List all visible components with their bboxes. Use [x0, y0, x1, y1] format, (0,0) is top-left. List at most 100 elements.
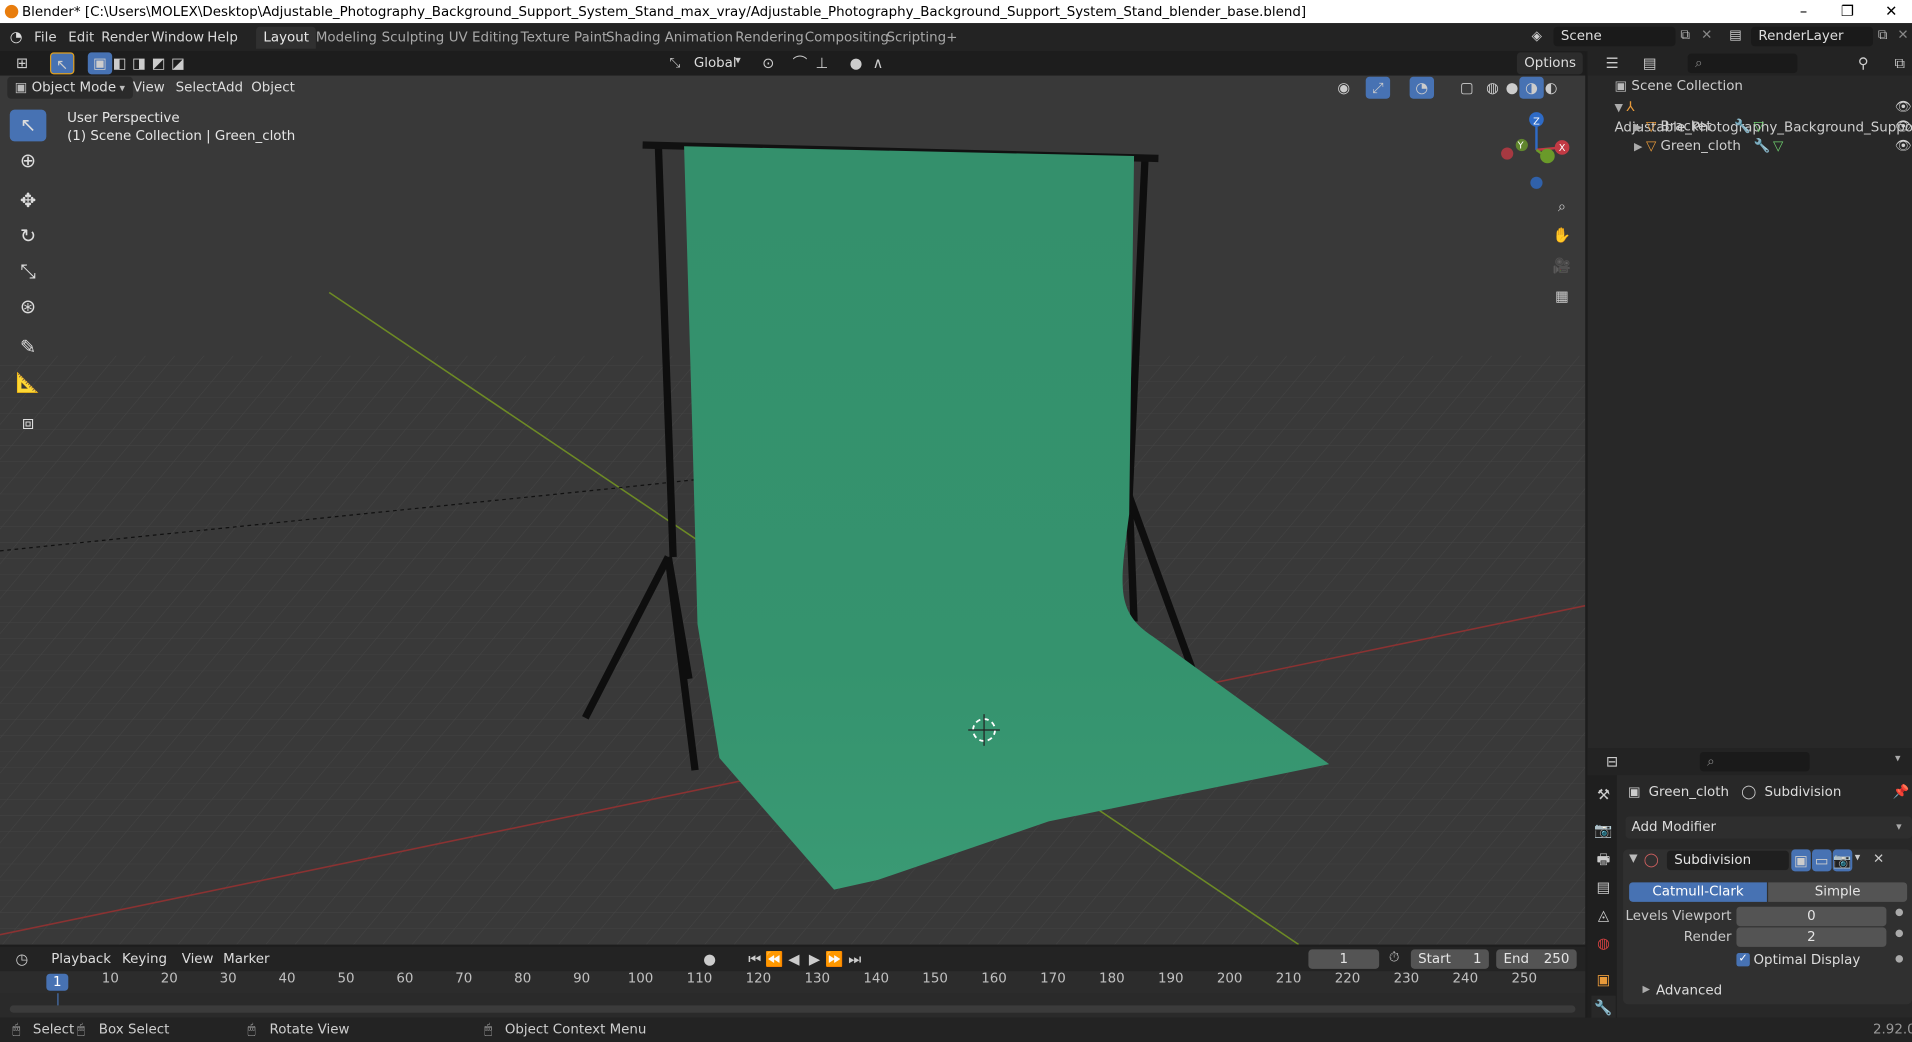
viewport-3d[interactable]: User Perspective (1) Scene Collection | … [0, 75, 1586, 945]
edit-mode-toggle-icon[interactable]: ▣ [1791, 849, 1811, 872]
jump-end-icon[interactable]: ⏭ [843, 948, 867, 970]
visibility-icon[interactable]: ◉ [1332, 77, 1356, 99]
expand-arrow-icon[interactable]: ▶ [1634, 122, 1646, 134]
cursor-tool-icon[interactable]: ⊕ [10, 145, 47, 177]
new-scene-icon[interactable]: ⧉ [1680, 27, 1690, 44]
outliner-editor-icon[interactable]: ☰ [1600, 52, 1624, 74]
end-frame-field[interactable]: End 250 [1496, 949, 1577, 969]
menu-file[interactable]: File [28, 27, 63, 48]
snap-icon[interactable]: ⌒ [788, 52, 812, 74]
camera-view-icon[interactable]: 🎥 [1550, 255, 1574, 277]
render-levels-field[interactable]: 2 [1736, 927, 1887, 947]
optimal-display-checkbox[interactable]: ✓ [1736, 953, 1750, 967]
keyframe-dot-icon[interactable]: ● [1895, 927, 1904, 938]
scale-tool-icon[interactable]: ⤡ [10, 256, 47, 288]
outliner-search-input[interactable]: ⌕ [1687, 53, 1798, 74]
delete-scene-icon[interactable]: ✕ [1701, 27, 1712, 43]
timeline-scrollbar[interactable] [9, 1005, 1576, 1013]
blender-menu-icon[interactable]: ◔ [10, 28, 23, 45]
modifier-name-field[interactable]: Subdivision [1666, 850, 1789, 871]
select-box-tool-icon[interactable]: ↖ [9, 109, 47, 142]
close-button[interactable]: ✕ [1871, 0, 1912, 23]
current-frame-field[interactable]: 1 [1308, 949, 1380, 969]
object-tab-icon[interactable]: ▣ [1591, 968, 1615, 992]
viewport-toggle-icon[interactable]: ▭ [1812, 849, 1832, 872]
select-tool-icon[interactable]: ↖ [49, 52, 75, 75]
eye-icon[interactable]: 👁 [1895, 136, 1912, 155]
expand-arrow-icon[interactable]: ▶ [1643, 983, 1651, 994]
outliner-item-bracket[interactable]: ▶ ▽ Bracket 🔧 ▽ 👁 [1588, 117, 1912, 136]
outliner-collection-row[interactable]: ▼ ⅄ Adjustable_Photography_Background_Su… [1588, 97, 1912, 136]
outliner-scene-collection[interactable]: ▣ Scene Collection [1588, 77, 1910, 96]
gizmo-y-icon[interactable] [1540, 148, 1555, 164]
overlay-toggle-icon[interactable]: ◔ [1409, 76, 1435, 99]
remove-modifier-icon[interactable]: ✕ [1873, 851, 1884, 867]
keyframe-dot-icon[interactable]: ● [1895, 907, 1904, 918]
world-tab-icon[interactable]: ◍ [1591, 931, 1615, 955]
scene-field[interactable]: Scene [1553, 26, 1676, 47]
expand-arrow-icon[interactable]: ▼ [1614, 102, 1626, 114]
eye-icon[interactable]: 👁 [1895, 117, 1912, 136]
restore-button[interactable]: ❐ [1827, 0, 1868, 23]
keyframe-dot-icon[interactable]: ● [1895, 953, 1904, 964]
playhead-frame-badge[interactable]: 1 [46, 973, 69, 991]
simple-button[interactable]: Simple [1768, 882, 1908, 902]
zoom-icon[interactable]: ⌕ [1550, 195, 1574, 217]
collapse-arrow-icon[interactable]: ▼ [1629, 853, 1637, 865]
menu-help[interactable]: Help [201, 27, 244, 48]
annotate-tool-icon[interactable]: ✎ [10, 331, 47, 363]
playback-menu[interactable]: Playback [44, 948, 118, 970]
object-menu[interactable]: Object [244, 77, 302, 99]
object-mode-dropdown[interactable]: ▣ Object Mode ▾ [7, 76, 133, 99]
add-cube-tool-icon[interactable]: ⧈ [10, 407, 47, 439]
eye-icon[interactable]: 👁 [1895, 97, 1912, 116]
transform-tool-icon[interactable]: ⊛ [10, 291, 47, 323]
view-menu[interactable]: View [126, 77, 172, 99]
tool-tab-icon[interactable]: ⚒ [1591, 782, 1615, 806]
tab-sculpting[interactable]: Sculpting [374, 27, 451, 49]
gizmo-toggle-icon[interactable]: ⤢ [1365, 76, 1391, 99]
chevron-down-icon[interactable]: ▾ [1855, 852, 1861, 864]
modifier-tab-icon[interactable]: 🔧 [1591, 995, 1616, 1021]
properties-search-input[interactable]: ⌕ [1699, 751, 1810, 772]
output-tab-icon[interactable]: 🖶 [1591, 847, 1615, 871]
snap-target-icon[interactable]: ⊥ [810, 52, 834, 74]
render-layer-field[interactable]: RenderLayer [1751, 26, 1873, 47]
keying-menu[interactable]: Keying [115, 948, 175, 970]
marker-menu[interactable]: Marker [216, 948, 277, 970]
record-icon[interactable]: ● [697, 948, 721, 970]
chevron-down-icon[interactable]: ▾ [1895, 753, 1901, 765]
expand-arrow-icon[interactable]: ▶ [1634, 141, 1646, 153]
pivot-point-icon[interactable]: ⊙ [756, 52, 780, 74]
navigation-gizmo[interactable]: Z X Y [1494, 107, 1579, 192]
tab-modeling[interactable]: Modeling [309, 27, 385, 49]
pan-hand-icon[interactable]: ✋ [1550, 224, 1574, 246]
minimize-button[interactable]: – [1783, 0, 1824, 23]
ortho-grid-icon[interactable]: ▦ [1550, 285, 1574, 307]
delete-layer-icon[interactable]: ✕ [1897, 27, 1908, 43]
xray-icon[interactable]: ▢ [1455, 77, 1479, 99]
render-toggle-icon[interactable]: 📷 [1832, 849, 1853, 872]
proportional-edit-icon[interactable]: ● [844, 52, 868, 74]
measure-tool-icon[interactable]: 📐 [10, 367, 47, 399]
display-mode-icon[interactable]: ▤ [1638, 52, 1662, 74]
select-intersect-icon[interactable]: ◪ [166, 52, 190, 74]
outliner-item-green-cloth[interactable]: ▶ ▽ Green_cloth 🔧 ▽ 👁 [1588, 136, 1912, 155]
view-layer-tab-icon[interactable]: ▤ [1591, 875, 1615, 899]
rendered-shading-icon[interactable]: ◐ [1539, 77, 1563, 99]
new-layer-icon[interactable]: ⧉ [1878, 27, 1888, 44]
rotate-tool-icon[interactable]: ↻ [10, 221, 47, 253]
move-tool-icon[interactable]: ✥ [10, 185, 47, 217]
catmull-clark-button[interactable]: Catmull-Clark [1629, 882, 1767, 902]
editor-type-icon[interactable]: ⊞ [10, 52, 34, 74]
tab-layout[interactable]: Layout [256, 26, 317, 49]
new-collection-icon[interactable]: ⧉ [1888, 52, 1912, 74]
render-tab-icon[interactable]: 📷 [1591, 818, 1615, 842]
add-modifier-dropdown[interactable]: Add Modifier ▾ [1625, 816, 1912, 839]
advanced-subpanel[interactable]: Advanced [1656, 982, 1722, 998]
start-frame-field[interactable]: Start 1 [1410, 949, 1489, 969]
add-workspace-button[interactable]: + [939, 27, 965, 49]
options-dropdown[interactable]: Options [1516, 52, 1584, 75]
falloff-icon[interactable]: ∧ [866, 52, 890, 74]
timeline-editor-icon[interactable]: ◷ [10, 948, 34, 970]
